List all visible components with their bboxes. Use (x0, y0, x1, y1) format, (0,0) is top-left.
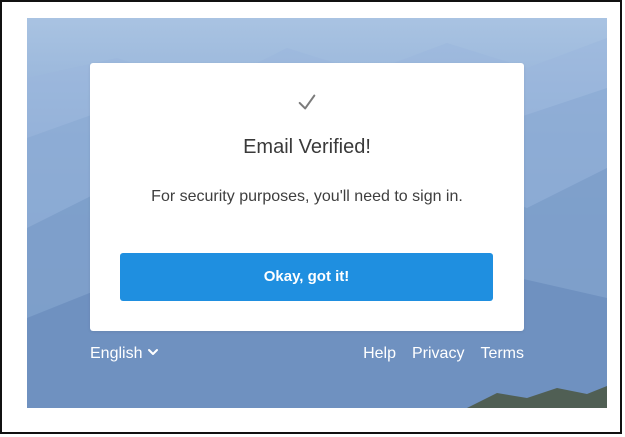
chevron-down-icon (147, 345, 159, 363)
language-selector[interactable]: English (90, 345, 159, 363)
verification-card: Email Verified! For security purposes, y… (90, 63, 524, 331)
help-link[interactable]: Help (363, 345, 396, 363)
footer: English Help Privacy Terms (90, 345, 524, 367)
card-title: Email Verified! (243, 136, 371, 158)
checkmark-icon (90, 91, 524, 117)
footer-links: Help Privacy Terms (363, 345, 524, 363)
language-label: English (90, 345, 143, 362)
confirm-button[interactable]: Okay, got it! (120, 253, 493, 301)
privacy-link[interactable]: Privacy (412, 345, 464, 363)
card-message: For security purposes, you'll need to si… (151, 188, 463, 205)
terms-link[interactable]: Terms (480, 345, 524, 363)
background-mountain-image: Email Verified! For security purposes, y… (27, 18, 607, 408)
window-frame: Email Verified! For security purposes, y… (0, 0, 622, 434)
